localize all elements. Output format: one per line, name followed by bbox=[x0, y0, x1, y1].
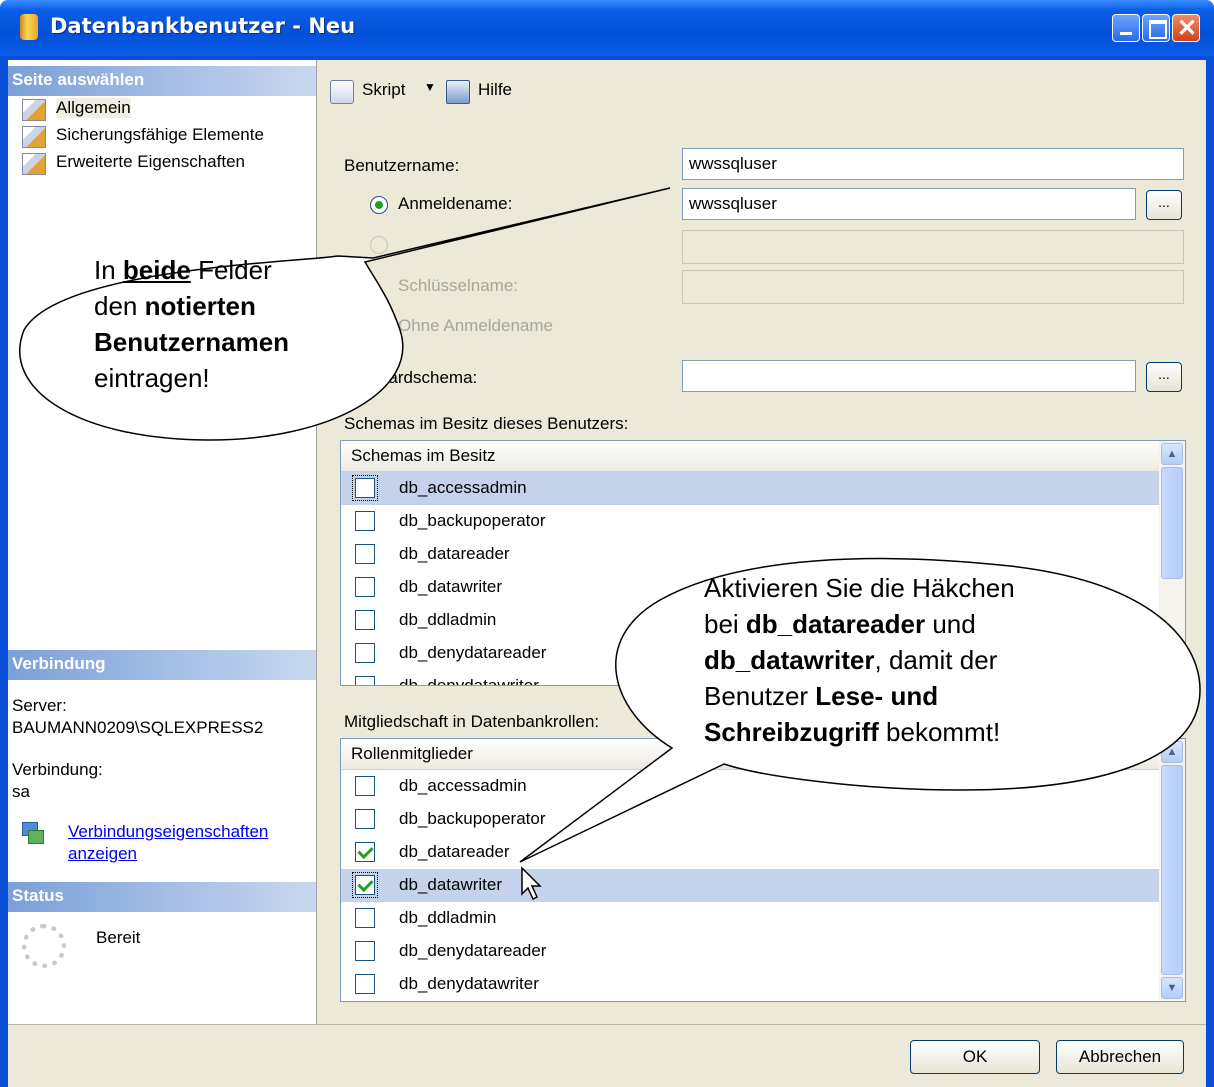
callout-1-text: In beide Felder den notierten Benutzerna… bbox=[94, 255, 290, 393]
callout-2-text: Aktivieren Sie die Häkchen bei db_datare… bbox=[704, 573, 1015, 747]
mouse-cursor-icon bbox=[521, 866, 542, 901]
callout-overlay bbox=[19, 187, 1201, 863]
